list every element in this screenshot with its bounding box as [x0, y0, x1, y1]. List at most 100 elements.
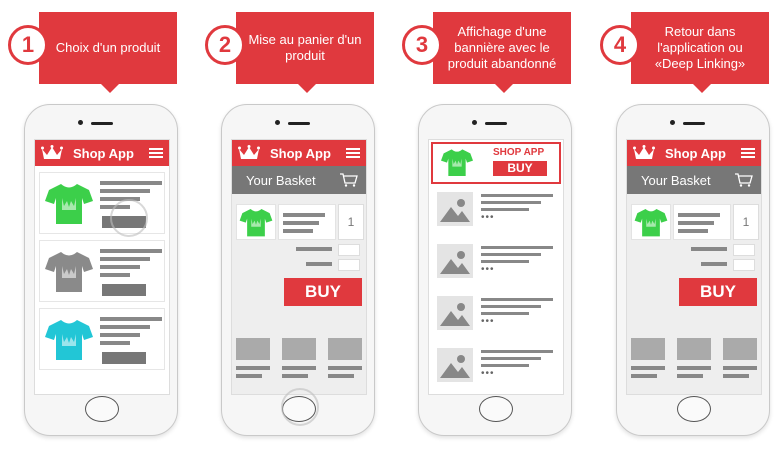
- step-2: Mise au panier d'un produit 2 Shop App Y…: [205, 0, 383, 454]
- step-callout: Choix d'un produit: [39, 12, 177, 93]
- price-placeholder: [296, 247, 332, 251]
- buy-button[interactable]: BUY: [284, 278, 362, 306]
- home-button-icon[interactable]: [479, 396, 513, 422]
- text-placeholder: [677, 374, 703, 378]
- step-callout: Affichage d'une bannière avec le produit…: [433, 12, 571, 93]
- hamburger-menu-icon[interactable]: [741, 148, 755, 158]
- app-title: Shop App: [665, 145, 726, 161]
- related-product-tile[interactable]: [282, 338, 316, 360]
- product-text-placeholder: [100, 249, 162, 281]
- article-text-placeholder: •••: [481, 350, 553, 379]
- text-placeholder: [328, 366, 362, 370]
- crown-icon: [238, 145, 260, 161]
- step-number-badge: 1: [8, 25, 48, 65]
- t-shirt-icon: [634, 207, 668, 237]
- app-title: Shop App: [73, 145, 134, 161]
- product-button[interactable]: [102, 352, 146, 364]
- buy-button[interactable]: BUY: [679, 278, 757, 306]
- crown-icon: [41, 145, 63, 161]
- related-product-tile[interactable]: [236, 338, 270, 360]
- article-text-placeholder: •••: [481, 194, 553, 223]
- touch-indicator: [110, 199, 148, 237]
- step-number-badge: 2: [205, 25, 245, 65]
- price-placeholder: [691, 247, 727, 251]
- speaker-icon: [91, 122, 113, 125]
- basket-item-image: [631, 204, 671, 240]
- step-text: Mise au panier d'un produit: [248, 32, 362, 63]
- speaker-icon: [485, 122, 507, 125]
- text-placeholder: [677, 366, 711, 370]
- step-3: Affichage d'une bannière avec le produit…: [402, 0, 580, 454]
- basket-header: Your Basket: [627, 166, 761, 194]
- image-placeholder-icon: [437, 296, 473, 330]
- quantity-field[interactable]: 1: [733, 204, 759, 240]
- product-card[interactable]: [39, 308, 165, 370]
- text-placeholder: [678, 213, 720, 217]
- phone-screen: SHOP APP BUY ••• ••• ••• •••: [428, 139, 564, 395]
- quantity-field[interactable]: 1: [338, 204, 364, 240]
- abandoned-product-banner[interactable]: SHOP APP BUY: [431, 142, 561, 184]
- image-placeholder-icon: [437, 192, 473, 226]
- t-shirt-icon: [45, 317, 93, 361]
- shopping-cart-icon[interactable]: [735, 173, 753, 187]
- touch-indicator: [281, 388, 319, 426]
- price-placeholder: [306, 262, 332, 266]
- phone-mockup: SHOP APP BUY ••• ••• ••• •••: [418, 104, 572, 436]
- phone-screen: Shop App: [34, 139, 170, 395]
- banner-title: SHOP APP: [493, 147, 545, 158]
- text-placeholder: [236, 374, 262, 378]
- banner-buy-button[interactable]: BUY: [493, 161, 547, 176]
- basket-item-image: [236, 204, 276, 240]
- text-placeholder: [236, 366, 270, 370]
- phone-mockup: Shop App Your Basket 1 BUY: [221, 104, 375, 436]
- basket-title: Your Basket: [641, 172, 711, 188]
- step-4: Retour dans l'application ou «Deep Linki…: [600, 0, 775, 454]
- text-placeholder: [283, 213, 325, 217]
- shopping-cart-icon[interactable]: [340, 173, 358, 187]
- text-placeholder: [678, 229, 708, 233]
- product-card[interactable]: [39, 240, 165, 302]
- related-product-tile[interactable]: [677, 338, 711, 360]
- step-number-badge: 4: [600, 25, 640, 65]
- app-header: Shop App: [35, 140, 169, 166]
- text-placeholder: [283, 229, 313, 233]
- phone-screen: Shop App Your Basket 1 BUY: [626, 139, 762, 395]
- text-placeholder: [723, 374, 749, 378]
- t-shirt-icon: [45, 181, 93, 225]
- step-number-badge: 3: [402, 25, 442, 65]
- camera-icon: [78, 120, 83, 125]
- basket-item-details: [278, 204, 336, 240]
- product-card[interactable]: [39, 172, 165, 237]
- step-1: Choix d'un produit 1 Shop App: [8, 0, 186, 454]
- hamburger-menu-icon[interactable]: [346, 148, 360, 158]
- home-button-icon[interactable]: [677, 396, 711, 422]
- step-text: Affichage d'une bannière avec le produit…: [447, 24, 557, 71]
- product-text-placeholder: [100, 317, 162, 349]
- speaker-icon: [288, 122, 310, 125]
- step-text: Choix d'un produit: [55, 40, 161, 55]
- t-shirt-icon: [45, 249, 93, 293]
- t-shirt-icon: [239, 207, 273, 237]
- step-callout: Mise au panier d'un produit: [236, 12, 374, 93]
- price-box: [733, 244, 755, 256]
- image-placeholder-icon: [437, 348, 473, 382]
- price-box: [733, 259, 755, 271]
- home-button-icon[interactable]: [85, 396, 119, 422]
- camera-icon: [472, 120, 477, 125]
- basket-title: Your Basket: [246, 172, 316, 188]
- related-product-tile[interactable]: [631, 338, 665, 360]
- speaker-icon: [683, 122, 705, 125]
- step-callout: Retour dans l'application ou «Deep Linki…: [631, 12, 769, 93]
- t-shirt-icon: [441, 147, 473, 177]
- price-box: [338, 259, 360, 271]
- text-placeholder: [282, 366, 316, 370]
- app-header: Shop App: [232, 140, 366, 166]
- product-button[interactable]: [102, 284, 146, 296]
- hamburger-menu-icon[interactable]: [149, 148, 163, 158]
- crown-icon: [633, 145, 655, 161]
- related-product-tile[interactable]: [328, 338, 362, 360]
- text-placeholder: [678, 221, 714, 225]
- related-product-tile[interactable]: [723, 338, 757, 360]
- text-placeholder: [723, 366, 757, 370]
- image-placeholder-icon: [437, 244, 473, 278]
